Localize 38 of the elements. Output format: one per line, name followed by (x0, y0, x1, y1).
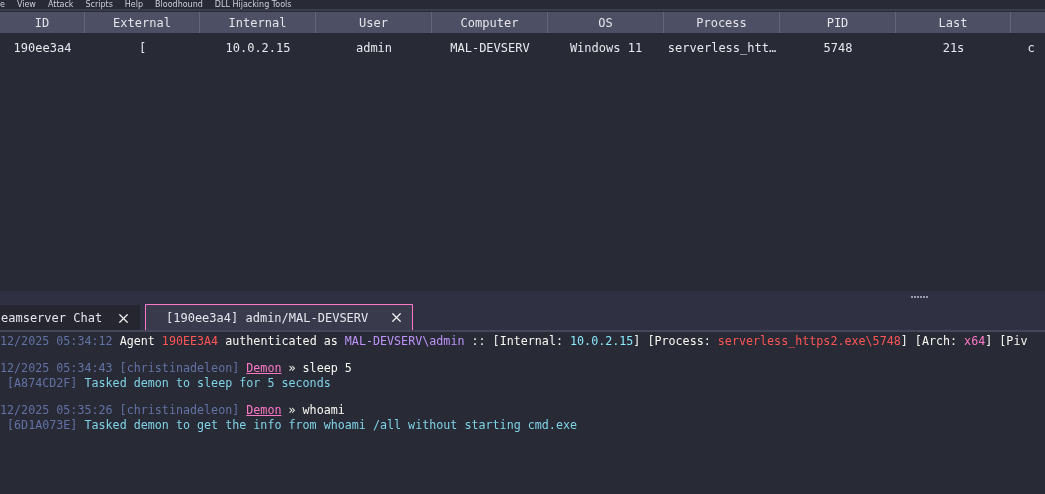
table-cell-text: c (1026, 40, 1036, 57)
menu-item[interactable]: View (16, 0, 36, 9)
menu-item[interactable]: Attack (47, 0, 74, 9)
splitter-handle-icon[interactable] (911, 295, 929, 299)
column-header[interactable]: ID (0, 12, 85, 33)
menu-item[interactable]: Scripts (85, 0, 113, 9)
menu-item[interactable]: e (0, 0, 5, 9)
menu-item[interactable]: Help (124, 0, 144, 9)
column-header[interactable]: User (316, 12, 432, 33)
column-header[interactable]: OS (548, 12, 664, 33)
table-cell-text: 190ee3a4 (12, 40, 73, 57)
log-line: 12/2025 05:34:12 Agent 190EE3A4 authenticated as MAL-DEVSERV\admin :: [Internal: 10.0.2.15] [Process: serverless_https2.exe\5748] [Arch: x64] [Piv (0, 334, 1029, 349)
table-cell-text: 21s (941, 40, 966, 57)
table-cell-text: MAL-DEVSERV (449, 40, 531, 57)
close-icon[interactable] (389, 310, 404, 325)
table-cell-text: Windows 11 (568, 40, 644, 57)
table-cell-text: admin (354, 40, 394, 57)
column-header[interactable]: Process (664, 12, 780, 33)
column-header[interactable]: PID (780, 12, 896, 33)
table-cell-text: [ (137, 40, 148, 57)
table-row[interactable]: 190ee3a4 [ 10.0.2.15 admin MAL-DEVSERV Windows 11 serverless_htt… 5748 21s c (0, 33, 1045, 63)
column-header[interactable]: Last (896, 12, 1011, 33)
agent-link[interactable]: Demon (246, 403, 282, 417)
tab[interactable]: eamserver Chat (0, 305, 140, 330)
column-header[interactable]: Internal (200, 12, 316, 33)
log-line: [A874CD2F] Tasked demon to sleep for 5 seconds (6, 376, 332, 391)
log-line: 12/2025 05:35:26 [christinadeleon] Demon » whoami (0, 403, 346, 418)
agent-link[interactable]: Demon (246, 361, 282, 375)
tab[interactable]: [190ee3a4] admin/MAL-DEVSERV (145, 304, 413, 330)
menu-item[interactable]: DLL Hijacking Tools (214, 0, 292, 9)
log-line: 12/2025 05:34:43 [christinadeleon] Demon » sleep 5 (0, 361, 353, 376)
column-header[interactable]: External (85, 12, 200, 33)
table-cell-text: serverless_htt… (666, 40, 778, 57)
menu-item[interactable]: Bloodhound (155, 0, 203, 9)
column-header[interactable]: Computer (432, 12, 548, 33)
table-cell-text: 5748 (822, 40, 854, 57)
table-cell-text: 10.0.2.15 (224, 40, 292, 57)
log-line: [6D1A073E] Tasked demon to get the info from whoami /all without starting cmd.exe (6, 418, 578, 433)
